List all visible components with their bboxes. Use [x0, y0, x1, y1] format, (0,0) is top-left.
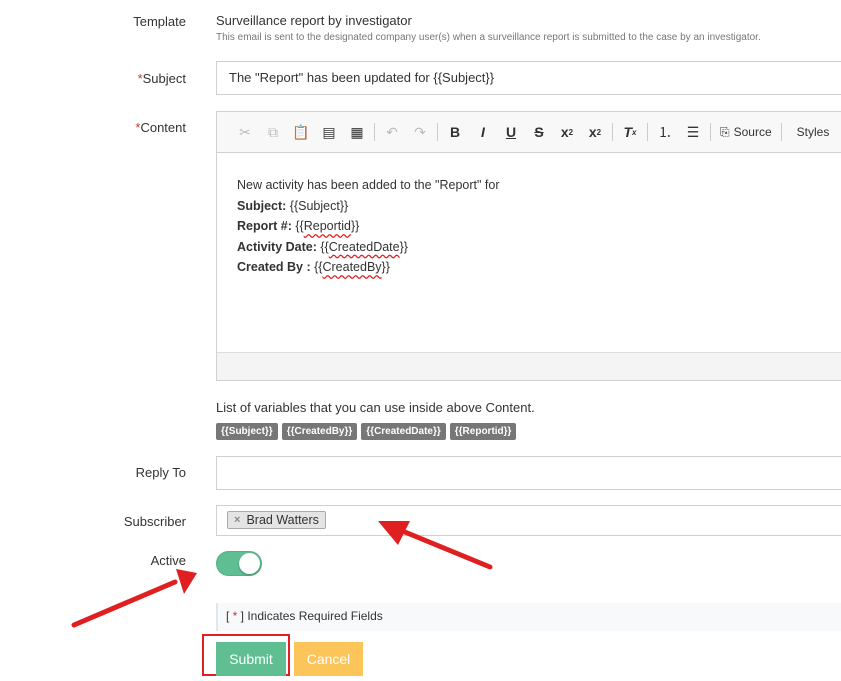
bold-icon[interactable]: B [441, 120, 469, 144]
submit-button[interactable]: Submit [216, 642, 286, 676]
variables-title: List of variables that you can use insid… [216, 400, 535, 415]
editor-toolbar: ✂ ⧉ 📋 ▤ ▦ ↶ ↷ B I U S x2 x2 Tx ⒈ ☰ ⎘ Sou… [217, 112, 841, 153]
by-var: CreatedBy [322, 260, 382, 274]
toolbar-divider [780, 123, 782, 141]
subject-label: *Subject [0, 71, 186, 86]
subscriber-label: Subscriber [123, 514, 186, 529]
source-icon: ⎘ [720, 124, 730, 139]
subject-label-text: Subject [142, 71, 186, 86]
variables-list: {{Subject}} {{CreatedBy}} {{CreatedDate}… [216, 423, 517, 440]
content-line: Created By : {{CreatedBy}} [237, 257, 835, 278]
template-description: This email is sent to the designated com… [216, 32, 761, 43]
content-line: Activity Date: {{CreatedDate}} [237, 237, 835, 258]
cancel-button[interactable]: Cancel [294, 642, 363, 676]
paste-icon[interactable]: 📋 [287, 120, 315, 144]
subscriber-chip-label: Brad Watters [246, 513, 319, 527]
cut-icon[interactable]: ✂ [231, 120, 259, 144]
content-line: New activity has been added to the "Repo… [237, 178, 500, 192]
toolbar-divider [710, 123, 711, 141]
undo-icon[interactable]: ↶ [378, 120, 406, 144]
variable-tag: {{CreatedBy}} [281, 423, 358, 440]
brace-open: {{ [295, 219, 304, 233]
superscript-icon[interactable]: x2 [581, 120, 609, 144]
editor-body[interactable]: New activity has been added to the "Repo… [217, 153, 841, 354]
note-open: [ [226, 609, 233, 623]
strikethrough-icon[interactable]: S [525, 120, 553, 144]
by-key: Created By : [237, 260, 311, 274]
reply-to-input[interactable] [216, 456, 841, 490]
subscriber-chip: × Brad Watters [227, 511, 326, 529]
arrow-to-toggle [71, 569, 197, 628]
content-line: Subject: {{Subject}} [237, 196, 835, 217]
copy-icon[interactable]: ⧉ [259, 120, 287, 144]
required-fields-note: [ * ] Indicates Required Fields [216, 603, 841, 631]
report-key: Report #: [237, 219, 292, 233]
editor-status-bar [217, 352, 841, 380]
rich-text-editor: ✂ ⧉ 📋 ▤ ▦ ↶ ↷ B I U S x2 x2 Tx ⒈ ☰ ⎘ Sou… [216, 111, 841, 381]
subscript-icon[interactable]: x2 [553, 120, 581, 144]
toggle-knob [239, 553, 260, 574]
source-label: Source [733, 125, 772, 139]
toolbar-divider [647, 123, 648, 141]
styles-dropdown[interactable]: Styles [785, 125, 836, 139]
note-text: ] Indicates Required Fields [237, 609, 383, 623]
subject-key: Subject: [237, 198, 287, 213]
template-info: Surveillance report by investigator This… [216, 13, 761, 43]
report-var: Reportid [303, 219, 351, 233]
brace-open: {{ [320, 239, 329, 254]
template-label: Template [133, 14, 186, 29]
variable-tag: {{Subject}} [216, 423, 278, 440]
date-key: Activity Date: [237, 239, 317, 254]
italic-icon[interactable]: I [469, 120, 497, 144]
paste-text-icon[interactable]: ▤ [315, 120, 343, 144]
toolbar-divider [612, 123, 613, 141]
content-line: Report #: {{Reportid}} [237, 216, 835, 237]
reply-to-label: Reply To [135, 465, 186, 480]
bulleted-list-icon[interactable]: ☰ [679, 120, 707, 144]
content-label: *Content [0, 120, 186, 135]
brace-close: }} [350, 219, 360, 233]
subject-input[interactable]: The "Report" has been updated for {{Subj… [216, 61, 841, 95]
numbered-list-icon[interactable]: ⒈ [651, 120, 679, 144]
brace-close: }} [399, 239, 408, 254]
toolbar-divider [374, 123, 375, 141]
active-label: Active [150, 553, 186, 568]
underline-icon[interactable]: U [497, 120, 525, 144]
variable-tag: {{CreatedDate}} [361, 423, 446, 440]
remove-chip-icon[interactable]: × [234, 514, 240, 526]
toolbar-divider [437, 123, 438, 141]
template-name: Surveillance report by investigator [216, 13, 412, 28]
subject-var: {{Subject}} [289, 198, 349, 213]
subscriber-select[interactable]: × Brad Watters [216, 505, 841, 536]
remove-format-icon[interactable]: Tx [616, 120, 644, 144]
redo-icon[interactable]: ↷ [406, 120, 434, 144]
brace-close: }} [381, 260, 390, 274]
source-button[interactable]: ⎘ Source [714, 125, 778, 140]
paste-word-icon[interactable]: ▦ [343, 120, 371, 144]
variable-tag: {{Reportid}} [449, 423, 517, 440]
active-toggle[interactable] [216, 551, 262, 576]
date-var: CreatedDate [328, 239, 400, 254]
styles-label: Styles [796, 125, 830, 139]
content-label-text: Content [140, 120, 186, 135]
